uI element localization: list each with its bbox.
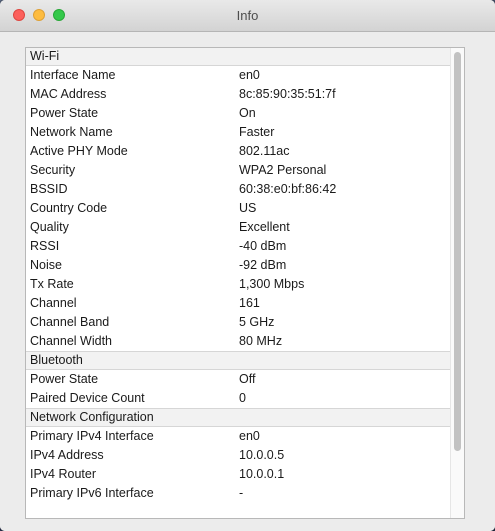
row-value: - xyxy=(239,486,244,500)
section-header: Network Configuration xyxy=(26,408,451,427)
row-key: Power State xyxy=(30,106,99,120)
row-value: US xyxy=(239,201,257,215)
info-row[interactable]: Tx Rate 1,300 Mbps xyxy=(26,275,451,294)
section-header: Wi-Fi xyxy=(26,48,451,66)
section-title: Network Configuration xyxy=(30,410,154,424)
row-key: Security xyxy=(30,163,76,177)
row-value: en0 xyxy=(239,68,260,82)
row-value: 802.11ac xyxy=(239,144,290,158)
row-value: -40 dBm xyxy=(239,239,287,253)
info-row[interactable]: Channel Width 80 MHz xyxy=(26,332,451,351)
row-key: Paired Device Count xyxy=(30,391,145,405)
row-key: Country Code xyxy=(30,201,108,215)
row-value: 8c:85:90:35:51:7f xyxy=(239,87,336,101)
info-row[interactable]: Power State Off xyxy=(26,370,451,389)
info-row[interactable]: Primary IPv6 Interface - xyxy=(26,484,451,503)
row-value: WPA2 Personal xyxy=(239,163,327,177)
row-value: -92 dBm xyxy=(239,258,287,272)
window-title: Info xyxy=(236,8,259,23)
section-title: Wi-Fi xyxy=(30,49,60,63)
info-row[interactable]: Country Code US xyxy=(26,199,451,218)
row-key: Noise xyxy=(30,258,62,272)
info-row[interactable]: Channel 161 xyxy=(26,294,451,313)
row-key: Channel xyxy=(30,296,77,310)
info-row[interactable]: Interface Name en0 xyxy=(26,66,451,85)
info-row[interactable]: Network Name Faster xyxy=(26,123,451,142)
info-row[interactable]: Primary IPv4 Interface en0 xyxy=(26,427,451,446)
row-key: Network Name xyxy=(30,125,113,139)
row-key: Channel Band xyxy=(30,315,110,329)
section-header: Bluetooth xyxy=(26,351,451,370)
info-row[interactable]: IPv4 Address 10.0.0.5 xyxy=(26,446,451,465)
row-key: Primary IPv4 Interface xyxy=(30,429,154,443)
info-row[interactable]: RSSI -40 dBm xyxy=(26,237,451,256)
row-value: 0 xyxy=(239,391,246,405)
row-value: en0 xyxy=(239,429,260,443)
row-value: 60:38:e0:bf:86:42 xyxy=(239,182,337,196)
row-key: Quality xyxy=(30,220,69,234)
row-value: 5 GHz xyxy=(239,315,275,329)
info-row[interactable]: Security WPA2 Personal xyxy=(26,161,451,180)
row-value: 80 MHz xyxy=(239,334,283,348)
row-value: Excellent xyxy=(239,220,290,234)
info-row[interactable]: BSSID 60:38:e0:bf:86:42 xyxy=(26,180,451,199)
window-content: Wi-Fi Interface Name en0 MAC Address 8c:85:9… xyxy=(0,32,495,531)
info-row[interactable]: IPv4 Router 10.0.0.1 xyxy=(26,465,451,484)
row-key: Active PHY Mode xyxy=(30,144,128,158)
row-value: 10.0.0.5 xyxy=(239,448,285,462)
info-row[interactable]: Noise -92 dBm xyxy=(26,256,451,275)
section-title: Bluetooth xyxy=(30,353,83,367)
info-table[interactable]: Wi-Fi Interface Name en0 MAC Address 8c:85:9… xyxy=(25,47,465,519)
row-key: IPv4 Address xyxy=(30,448,104,462)
info-row[interactable]: Channel Band 5 GHz xyxy=(26,313,451,332)
row-value: Faster xyxy=(239,125,275,139)
vertical-scrollbar[interactable] xyxy=(450,48,464,518)
info-row[interactable]: Power State On xyxy=(26,104,451,123)
row-key: Interface Name xyxy=(30,68,116,82)
title-bar[interactable]: Info xyxy=(0,0,495,32)
row-key: RSSI xyxy=(30,239,60,253)
row-value: On xyxy=(239,106,256,120)
row-key: BSSID xyxy=(30,182,68,196)
info-row[interactable]: Quality Excellent xyxy=(26,218,451,237)
info-row[interactable]: Paired Device Count 0 xyxy=(26,389,451,408)
row-key: MAC Address xyxy=(30,87,107,101)
row-key: Power State xyxy=(30,372,99,386)
info-list: Wi-Fi Interface Name en0 MAC Address 8c:85:9… xyxy=(26,48,451,503)
row-value: 10.0.0.1 xyxy=(239,467,285,481)
scrollbar-thumb[interactable] xyxy=(454,52,461,451)
row-key: Primary IPv6 Interface xyxy=(30,486,154,500)
info-row[interactable]: MAC Address 8c:85:90:35:51:7f xyxy=(26,85,451,104)
info-window: Info Wi-Fi Interface Name en0 MAC Address 8c… xyxy=(0,0,495,531)
row-key: Channel Width xyxy=(30,334,112,348)
row-value: Off xyxy=(239,372,256,386)
row-value: 161 xyxy=(239,296,260,310)
row-value: 1,300 Mbps xyxy=(239,277,305,291)
info-row[interactable]: Active PHY Mode 802.11ac xyxy=(26,142,451,161)
row-key: Tx Rate xyxy=(30,277,74,291)
row-key: IPv4 Router xyxy=(30,467,97,481)
